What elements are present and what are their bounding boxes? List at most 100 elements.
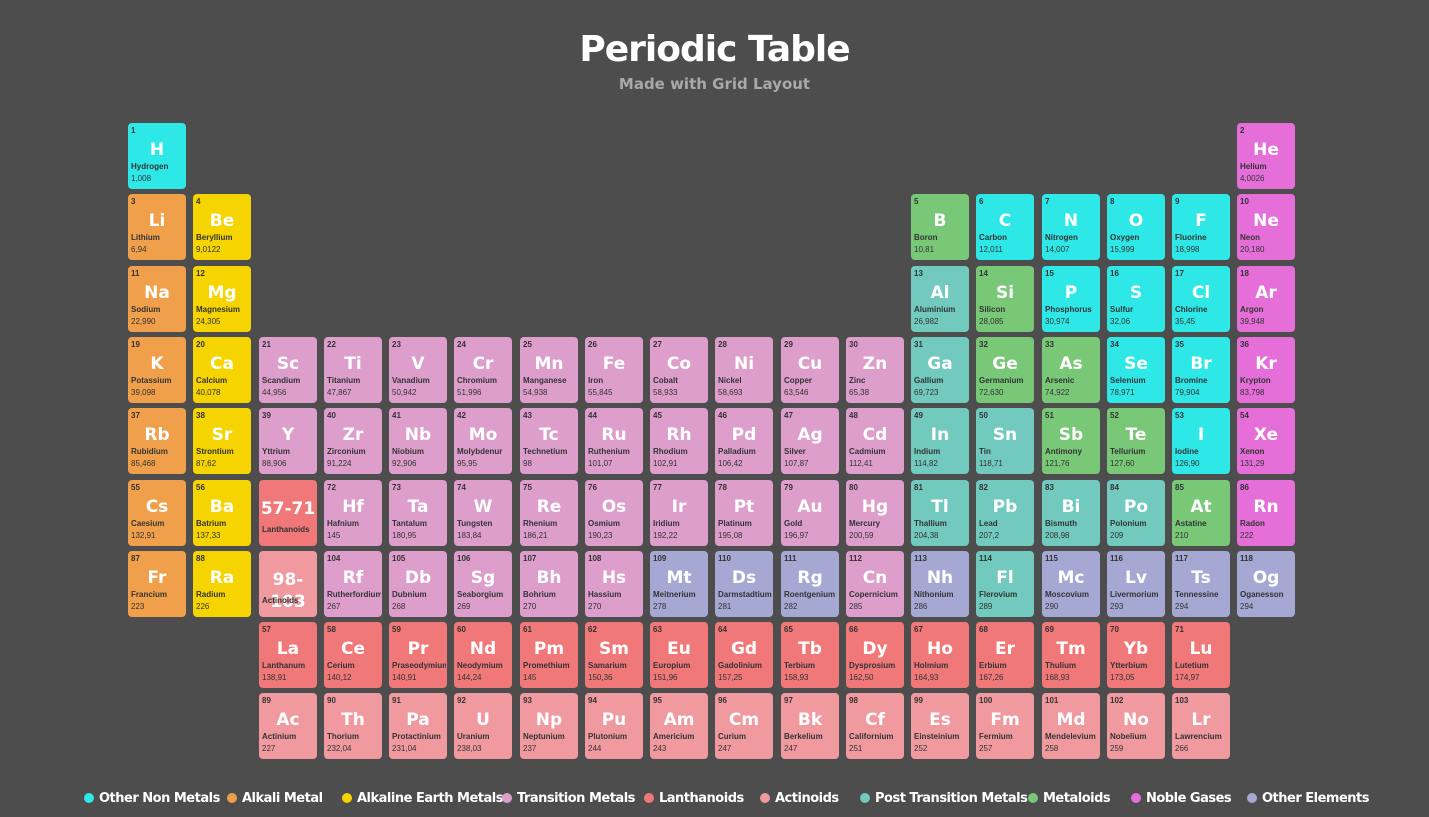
element-seaborgium[interactable]: 106 Sg Seaborgium 269 <box>454 551 512 617</box>
element-californium[interactable]: 98 Cf Californium 251 <box>846 693 904 759</box>
element-plutonium[interactable]: 94 Pu Plutonium 244 <box>585 693 643 759</box>
element-flerovium[interactable]: 114 Fl Flerovium 289 <box>976 551 1034 617</box>
element-chlorine[interactable]: 17 Cl Chlorine 35,45 <box>1172 266 1230 332</box>
element-rubidium[interactable]: 37 Rb Rubidium 85,468 <box>128 408 186 474</box>
element-roentgenium[interactable]: 111 Rg Roentgenium 282 <box>781 551 839 617</box>
legend-item[interactable]: Transition Metals <box>502 790 635 808</box>
element-selenium[interactable]: 34 Se Selenium 78,971 <box>1107 337 1165 403</box>
element-lanthanum[interactable]: 57 La Lanthanum 138,91 <box>259 622 317 688</box>
element-bohrium[interactable]: 107 Bh Bohrium 270 <box>520 551 578 617</box>
element-cerium[interactable]: 58 Ce Cerium 140,12 <box>324 622 382 688</box>
element-samarium[interactable]: 62 Sm Samarium 150,36 <box>585 622 643 688</box>
element-mercury[interactable]: 80 Hg Mercury 200,59 <box>846 480 904 546</box>
element-caesium[interactable]: 55 Cs Caesium 132,91 <box>128 480 186 546</box>
element-germanium[interactable]: 32 Ge Germanium 72,630 <box>976 337 1034 403</box>
element-aluminium[interactable]: 13 Al Aluminium 26,982 <box>911 266 969 332</box>
element-hafnium[interactable]: 72 Hf Hafnium 145 <box>324 480 382 546</box>
element-meitnerium[interactable]: 109 Mt Meitnerium 278 <box>650 551 708 617</box>
element-cadmium[interactable]: 48 Cd Cadmium 112,41 <box>846 408 904 474</box>
element-hassium[interactable]: 108 Hs Hassium 270 <box>585 551 643 617</box>
element-polonium[interactable]: 84 Po Polonium 209 <box>1107 480 1165 546</box>
element-lutetium[interactable]: 71 Lu Lutetium 174,97 <box>1172 622 1230 688</box>
element-titanium[interactable]: 22 Ti Titanium 47,867 <box>324 337 382 403</box>
element-terbium[interactable]: 65 Tb Terbium 158,93 <box>781 622 839 688</box>
element-vanadium[interactable]: 23 V Vanadium 50,942 <box>389 337 447 403</box>
element-erbium[interactable]: 68 Er Erbium 167,26 <box>976 622 1034 688</box>
element-chromium[interactable]: 24 Cr Chromium 51,996 <box>454 337 512 403</box>
element-magnesium[interactable]: 12 Mg Magnesium 24,305 <box>193 266 251 332</box>
element-mendelevium[interactable]: 101 Md Mendelevium 258 <box>1042 693 1100 759</box>
element-scandium[interactable]: 21 Sc Scandium 44,956 <box>259 337 317 403</box>
element-oxygen[interactable]: 8 O Oxygen 15,999 <box>1107 194 1165 260</box>
legend-item[interactable]: Noble Gases <box>1131 790 1232 808</box>
element-livermorium[interactable]: 116 Lv Livermorium 293 <box>1107 551 1165 617</box>
element-promethium[interactable]: 61 Pm Promethium 145 <box>520 622 578 688</box>
element-ytterbium[interactable]: 70 Yb Ytterbium 173,05 <box>1107 622 1165 688</box>
element-neptunium[interactable]: 93 Np Neptunium 237 <box>520 693 578 759</box>
element-krypton[interactable]: 36 Kr Krypton 83,798 <box>1237 337 1295 403</box>
element-carbon[interactable]: 6 C Carbon 12,011 <box>976 194 1034 260</box>
legend-item[interactable]: Other Non Metals <box>84 790 220 808</box>
element-iridium[interactable]: 77 Ir Iridium 192,22 <box>650 480 708 546</box>
element-osmium[interactable]: 76 Os Osmium 190,23 <box>585 480 643 546</box>
element-silicon[interactable]: 14 Si Silicon 28,085 <box>976 266 1034 332</box>
element-potassium[interactable]: 19 K Potassium 39,098 <box>128 337 186 403</box>
element-palladium[interactable]: 46 Pd Palladium 106,42 <box>715 408 773 474</box>
legend-item[interactable]: Other Elements <box>1247 790 1370 808</box>
element-nitrogen[interactable]: 7 N Nitrogen 14,007 <box>1042 194 1100 260</box>
element-rutherfordium[interactable]: 104 Rf Rutherfordium 267 <box>324 551 382 617</box>
element-lead[interactable]: 82 Pb Lead 207,2 <box>976 480 1034 546</box>
element-beryllium[interactable]: 4 Be Beryllium 9,0122 <box>193 194 251 260</box>
element-molybdenur[interactable]: 42 Mo Molybdenur 95,95 <box>454 408 512 474</box>
element-group-actinoids[interactable]: 98-103 Actinoids <box>259 551 317 617</box>
element-dubnium[interactable]: 105 Db Dubnium 268 <box>389 551 447 617</box>
element-silver[interactable]: 47 Ag Silver 107,87 <box>781 408 839 474</box>
element-bromine[interactable]: 35 Br Bromine 79,904 <box>1172 337 1230 403</box>
legend-item[interactable]: Actinoids <box>760 790 839 808</box>
element-radon[interactable]: 86 Rn Radon 222 <box>1237 480 1295 546</box>
element-helium[interactable]: 2 He Helium 4,0026 <box>1237 123 1295 189</box>
element-europium[interactable]: 63 Eu Europium 151,96 <box>650 622 708 688</box>
element-radium[interactable]: 88 Ra Radium 226 <box>193 551 251 617</box>
element-curium[interactable]: 96 Cm Curium 247 <box>715 693 773 759</box>
element-tennessine[interactable]: 117 Ts Tennessine 294 <box>1172 551 1230 617</box>
element-copernicium[interactable]: 112 Cn Copernicium 285 <box>846 551 904 617</box>
legend-item[interactable]: Lanthanoids <box>644 790 744 808</box>
element-darmstadtium[interactable]: 110 Ds Darmstadtium 281 <box>715 551 773 617</box>
element-einsteinium[interactable]: 99 Es Einsteinium 252 <box>911 693 969 759</box>
element-zinc[interactable]: 30 Zn Zinc 65,38 <box>846 337 904 403</box>
element-berkelium[interactable]: 97 Bk Berkelium 247 <box>781 693 839 759</box>
element-iron[interactable]: 26 Fe Iron 55,845 <box>585 337 643 403</box>
element-tin[interactable]: 50 Sn Tin 118,71 <box>976 408 1034 474</box>
element-neodymium[interactable]: 60 Nd Neodymium 144,24 <box>454 622 512 688</box>
element-tantalum[interactable]: 73 Ta Tantalum 180,95 <box>389 480 447 546</box>
element-nickel[interactable]: 28 Ni Nickel 58,693 <box>715 337 773 403</box>
element-calcium[interactable]: 20 Ca Calcium 40,078 <box>193 337 251 403</box>
element-manganese[interactable]: 25 Mn Manganese 54,938 <box>520 337 578 403</box>
element-fluorine[interactable]: 9 F Fluorine 18,998 <box>1172 194 1230 260</box>
legend-item[interactable]: Alkali Metal <box>227 790 323 808</box>
element-copper[interactable]: 29 Cu Copper 63,546 <box>781 337 839 403</box>
element-thorium[interactable]: 90 Th Thorium 232,04 <box>324 693 382 759</box>
element-phosphorus[interactable]: 15 P Phosphorus 30,974 <box>1042 266 1100 332</box>
element-ruthenium[interactable]: 44 Ru Ruthenium 101,07 <box>585 408 643 474</box>
legend-item[interactable]: Post Transition Metals <box>860 790 1028 808</box>
element-fermium[interactable]: 100 Fm Fermium 257 <box>976 693 1034 759</box>
element-sodium[interactable]: 11 Na Sodium 22,990 <box>128 266 186 332</box>
element-hydrogen[interactable]: 1 H Hydrogen 1,008 <box>128 123 186 189</box>
element-dysprosium[interactable]: 66 Dy Dysprosium 162,50 <box>846 622 904 688</box>
element-technetium[interactable]: 43 Tc Technetium 98 <box>520 408 578 474</box>
element-group-lanthanoids[interactable]: 57-71 Lanthanoids <box>259 480 317 546</box>
element-gallium[interactable]: 31 Ga Gallium 69,723 <box>911 337 969 403</box>
element-nobelium[interactable]: 102 No Nobelium 259 <box>1107 693 1165 759</box>
element-indium[interactable]: 49 In Indium 114,82 <box>911 408 969 474</box>
element-xenon[interactable]: 54 Xe Xenon 131,29 <box>1237 408 1295 474</box>
element-boron[interactable]: 5 B Boron 10,81 <box>911 194 969 260</box>
element-platinum[interactable]: 78 Pt Platinum 195,08 <box>715 480 773 546</box>
element-arsenic[interactable]: 33 As Arsenic 74,922 <box>1042 337 1100 403</box>
element-bismuth[interactable]: 83 Bi Bismuth 208,98 <box>1042 480 1100 546</box>
element-yttrium[interactable]: 39 Y Yttrium 88,906 <box>259 408 317 474</box>
element-uranium[interactable]: 92 U Uranium 238,03 <box>454 693 512 759</box>
element-tungsten[interactable]: 74 W Tungsten 183,84 <box>454 480 512 546</box>
element-nithonium[interactable]: 113 Nh Nithonium 286 <box>911 551 969 617</box>
